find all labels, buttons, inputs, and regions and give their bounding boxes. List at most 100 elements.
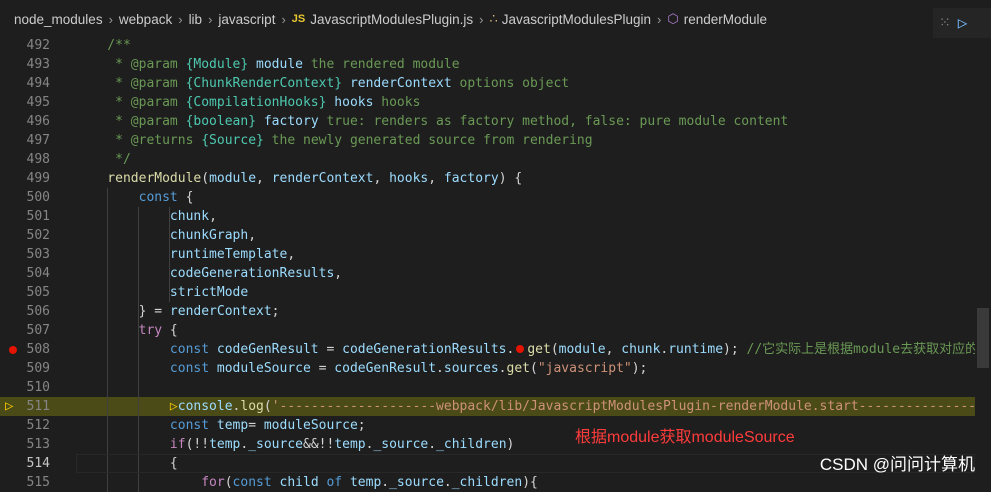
code-line[interactable]: 510 [0,378,975,397]
code-text[interactable]: const codeGenResult = codeGenerationResu… [76,340,975,359]
code-token: codeGenResult [334,361,437,376]
code-line[interactable]: 504 codeGenerationResults, [0,264,975,283]
breadcrumb-javascript[interactable]: javascript [218,12,275,27]
code-text[interactable]: /** [76,36,975,55]
code-token: {ChunkRenderContext} [185,76,343,91]
code-token: */ [76,152,131,167]
code-text[interactable]: * @returns {Source} the newly generated … [76,131,975,150]
indent-guide [107,188,108,207]
code-token: get [527,342,551,357]
code-line[interactable]: 494 * @param {ChunkRenderContext} render… [0,74,975,93]
code-line[interactable]: 492 /** [0,36,975,55]
scrollbar-thumb[interactable] [977,308,989,368]
code-text[interactable]: codeGenerationResults, [76,264,975,283]
code-token: renderContext [271,171,374,186]
code-token: codeGenResult [209,342,319,357]
code-token: //它实际上是根据module去获取对应的 [746,342,975,357]
breadcrumb-lib[interactable]: lib [189,12,203,27]
vertical-scrollbar[interactable] [975,38,991,480]
code-line[interactable]: 497 * @returns {Source} the newly genera… [0,131,975,150]
code-text[interactable]: const moduleSource = codeGenResult.sourc… [76,359,975,378]
indent-guide [138,359,139,378]
indent-guide [107,397,108,416]
code-line[interactable]: 498 */ [0,150,975,169]
line-number: 507 [26,323,50,338]
code-line[interactable]: 496 * @param {boolean} factory true: ren… [0,112,975,131]
code-line[interactable]: 508 const codeGenResult = codeGeneration… [0,340,975,359]
breadcrumb-node-modules[interactable]: node_modules [14,12,103,27]
code-text[interactable]: * @param {CompilationHooks} hooks hooks [76,93,975,112]
code-token: _source [248,437,303,452]
breadcrumb-method[interactable]: renderModule [684,12,767,27]
code-line[interactable]: 507 try { [0,321,975,340]
code-text[interactable]: chunk, [76,207,975,226]
code-token: . [428,437,437,452]
line-number: 493 [26,57,50,72]
code-editor[interactable]: 492 /** 493 * @param {Module} module the … [0,36,991,492]
code-line[interactable]: 502 chunkGraph, [0,226,975,245]
code-text[interactable]: strictMode [76,283,975,302]
indent-guide [138,435,139,454]
code-token: strictMode [76,285,249,300]
code-text[interactable]: ▷console.log('--------------------webpac… [76,397,975,416]
code-line[interactable]: 495 * @param {CompilationHooks} hooks ho… [0,93,975,112]
line-number: 494 [26,76,50,91]
code-line[interactable]: ▷ 511 ▷console.log('--------------------w… [0,397,975,416]
line-number: 503 [26,247,50,262]
code-token: temp [334,437,366,452]
code-token: module [209,171,257,186]
line-number: 511 [26,399,50,414]
code-token: . [498,361,507,376]
line-number: 508 [26,342,50,357]
code-text[interactable]: } = renderContext; [76,302,975,321]
code-text[interactable]: const { [76,188,975,207]
line-number: 495 [26,95,50,110]
line-number: 492 [26,38,50,53]
breadcrumb-file[interactable]: JavascriptModulesPlugin.js [310,12,473,27]
code-text[interactable]: * @param {boolean} factory true: renders… [76,112,975,131]
inline-breakpoint-icon[interactable] [516,345,525,353]
code-text[interactable]: const temp= moduleSource; [76,416,975,435]
drag-handle-icon[interactable]: ⁙ [939,16,951,30]
code-token: log [240,399,264,414]
breadcrumb-webpack[interactable]: webpack [119,12,172,27]
code-line[interactable]: 493 * @param {Module} module the rendere… [0,55,975,74]
code-token: ; [357,418,366,433]
line-number: 498 [26,152,50,167]
code-line[interactable]: 503 runtimeTemplate, [0,245,975,264]
code-line[interactable]: 501 chunk, [0,207,975,226]
indent-guide [107,302,108,321]
code-line[interactable]: 500 const { [0,188,975,207]
code-line[interactable]: 512 const temp= moduleSource; [0,416,975,435]
code-token: { [162,323,178,338]
code-line[interactable]: 506 } = renderContext; [0,302,975,321]
code-token: {Source} [201,133,264,148]
code-text[interactable]: chunkGraph, [76,226,975,245]
code-token: * @param [76,95,186,110]
code-token: * @returns [76,133,202,148]
continue-icon[interactable]: ▷ [958,15,968,31]
code-token: moduleSource [263,418,358,433]
code-line[interactable]: 509 const moduleSource = codeGenResult.s… [0,359,975,378]
code-line[interactable]: 515 for(const child of temp._source._chi… [0,473,975,492]
code-text[interactable]: * @param {ChunkRenderContext} renderCont… [76,74,975,93]
code-text[interactable]: * @param {Module} module the rendered mo… [76,55,975,74]
code-text[interactable]: renderModule(module, renderContext, hook… [76,169,975,188]
code-token: , [373,171,390,186]
chevron-right-icon: › [178,11,183,27]
code-text[interactable]: try { [76,321,975,340]
indent-guide [169,226,170,245]
code-text[interactable]: runtimeTemplate, [76,245,975,264]
code-text[interactable]: for(const child of temp._source._childre… [76,473,975,492]
line-number: 514 [26,456,50,471]
code-token: '--------------------webpack/lib/Javascr… [271,399,975,414]
code-line[interactable]: 499 renderModule(module, renderContext, … [0,169,975,188]
code-token: , [334,266,343,281]
code-token: temp [209,437,241,452]
code-token: = [248,418,264,433]
code-text[interactable]: */ [76,150,975,169]
breadcrumb-class[interactable]: JavascriptModulesPlugin [502,12,651,27]
code-line[interactable]: 505 strictMode [0,283,975,302]
code-token: . [506,342,515,357]
code-token: const [76,342,210,357]
